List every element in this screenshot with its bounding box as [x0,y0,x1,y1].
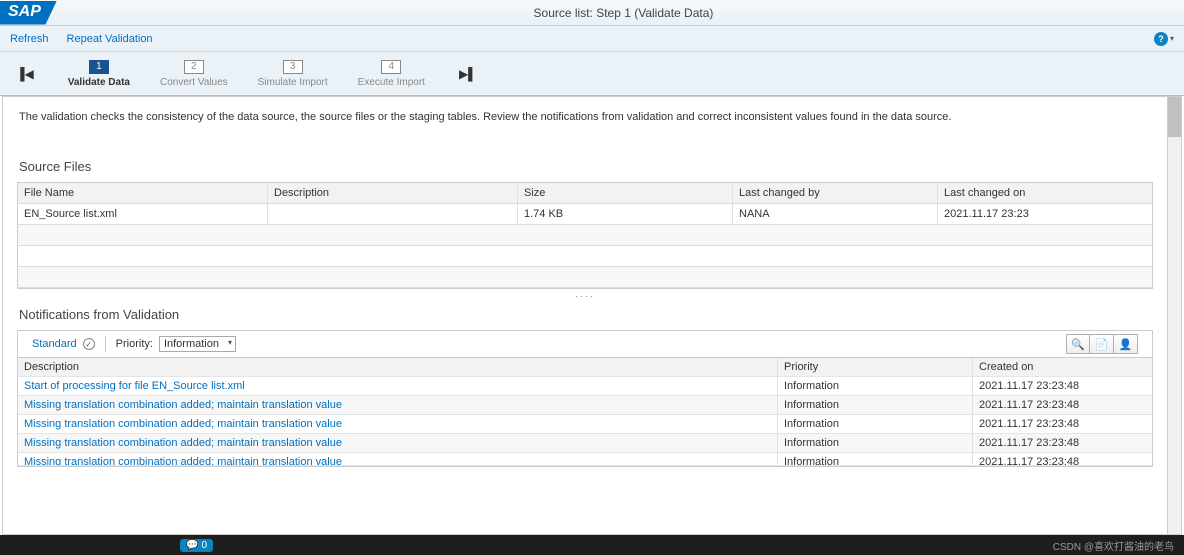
table-row[interactable]: Missing translation combination added; m… [18,415,1152,434]
col-priority[interactable]: Priority [778,358,973,376]
source-files-grid: File Name Description Size Last changed … [17,182,1153,289]
notification-link[interactable]: Start of processing for file EN_Source l… [18,377,778,395]
cell-changed-on: 2021.11.17 23:23 [938,204,1152,224]
comment-icon: 💬 [186,540,198,551]
splitter-handle[interactable]: ···· [3,289,1167,303]
search-icon-button[interactable]: 🔍 [1066,334,1090,354]
col-file-name[interactable]: File Name [18,183,268,203]
step-label: Execute Import [358,77,425,88]
content-area: The validation checks the consistency of… [2,96,1182,535]
cell-time: 2021.11.17 23:23:48 [973,396,1152,414]
standard-view-link[interactable]: Standard [32,338,77,350]
step-prev-arrow[interactable]: ▐◀ [12,67,38,81]
notifications-title: Notifications from Validation [3,303,1167,330]
watermark-text: CSDN @喜欢打酱油的老鸟 [1053,538,1174,553]
table-header-row: Description Priority Created on [18,358,1152,377]
step-label: Validate Data [68,77,130,88]
col-description[interactable]: Description [18,358,778,376]
cell-priority: Information [778,453,973,465]
step-label: Convert Values [160,77,228,88]
step-validate-data[interactable]: 1 Validate Data [68,60,130,88]
bottom-bar: 💬 0 CSDN @喜欢打酱油的老鸟 [0,535,1184,555]
step-execute-import[interactable]: 4 Execute Import [358,60,425,88]
vertical-scrollbar[interactable] [1167,97,1181,534]
cell-time: 2021.11.17 23:23:48 [973,434,1152,452]
validation-info-text: The validation checks the consistency of… [3,97,1167,137]
window-header: SAP Source list: Step 1 (Validate Data) [0,0,1184,26]
table-row[interactable]: Missing translation combination added; m… [18,396,1152,415]
comment-count: 0 [201,540,207,551]
search-icon: 🔍 [1071,338,1085,351]
priority-select[interactable]: Information [159,336,236,352]
wizard-steps: ▐◀ 1 Validate Data 2 Convert Values 3 Si… [0,52,1184,96]
table-row[interactable]: Start of processing for file EN_Source l… [18,377,1152,396]
step-number: 3 [283,60,303,74]
step-next-arrow[interactable]: ▶▌ [455,67,481,81]
export-icon-button[interactable]: 📄 [1090,334,1114,354]
notification-link[interactable]: Missing translation combination added; m… [18,396,778,414]
notifications-toolbar: Standard ✓ Priority: Information 🔍 📄 👤 [17,330,1153,357]
notifications-grid: Description Priority Created on Start of… [17,357,1153,467]
cell-changed-by: NANA [733,204,938,224]
table-row[interactable]: EN_Source list.xml 1.74 KB NANA 2021.11.… [18,204,1152,225]
source-files-title: Source Files [3,137,1167,182]
help-icon: ? [1154,32,1168,46]
table-row[interactable]: Missing translation combination added; m… [18,434,1152,453]
table-header-row: File Name Description Size Last changed … [18,183,1152,204]
step-number: 2 [184,60,204,74]
refresh-link[interactable]: Refresh [10,33,49,45]
notification-link[interactable]: Missing translation combination added; m… [18,434,778,452]
help-button[interactable]: ? ▾ [1154,32,1174,46]
comment-badge[interactable]: 💬 0 [180,539,213,552]
step-number: 1 [89,60,109,74]
notification-link[interactable]: Missing translation combination added; m… [18,415,778,433]
cell-priority: Information [778,396,973,414]
action-toolbar: Refresh Repeat Validation ? ▾ [0,26,1184,52]
export-icon: 📄 [1095,338,1109,351]
cell-priority: Information [778,377,973,395]
cell-priority: Information [778,434,973,452]
table-row [18,225,1152,246]
separator [105,336,106,352]
person-icon: 👤 [1119,338,1133,351]
col-changed-on[interactable]: Last changed on [938,183,1152,203]
step-number: 4 [381,60,401,74]
table-row [18,246,1152,267]
col-changed-by[interactable]: Last changed by [733,183,938,203]
page-title: Source list: Step 1 (Validate Data) [63,6,1184,20]
table-row [18,267,1152,288]
cell-time: 2021.11.17 23:23:48 [973,415,1152,433]
personalize-icon-button[interactable]: 👤 [1114,334,1138,354]
table-row[interactable]: Missing translation combination added; m… [18,453,1152,466]
cell-description [268,204,518,224]
step-label: Simulate Import [258,77,328,88]
sap-logo: SAP [0,1,57,25]
col-created-on[interactable]: Created on [973,358,1152,376]
step-simulate-import[interactable]: 3 Simulate Import [258,60,328,88]
step-convert-values[interactable]: 2 Convert Values [160,60,228,88]
priority-label: Priority: [116,338,153,350]
cell-file-name: EN_Source list.xml [18,204,268,224]
notification-link[interactable]: Missing translation combination added; m… [18,453,778,465]
chevron-down-icon: ▾ [1170,34,1174,43]
col-description[interactable]: Description [268,183,518,203]
cell-size: 1.74 KB [518,204,733,224]
check-icon[interactable]: ✓ [83,338,95,350]
scrollbar-thumb[interactable] [1168,97,1181,137]
cell-time: 2021.11.17 23:23:48 [973,453,1152,465]
cell-time: 2021.11.17 23:23:48 [973,377,1152,395]
repeat-validation-link[interactable]: Repeat Validation [67,33,153,45]
cell-priority: Information [778,415,973,433]
col-size[interactable]: Size [518,183,733,203]
